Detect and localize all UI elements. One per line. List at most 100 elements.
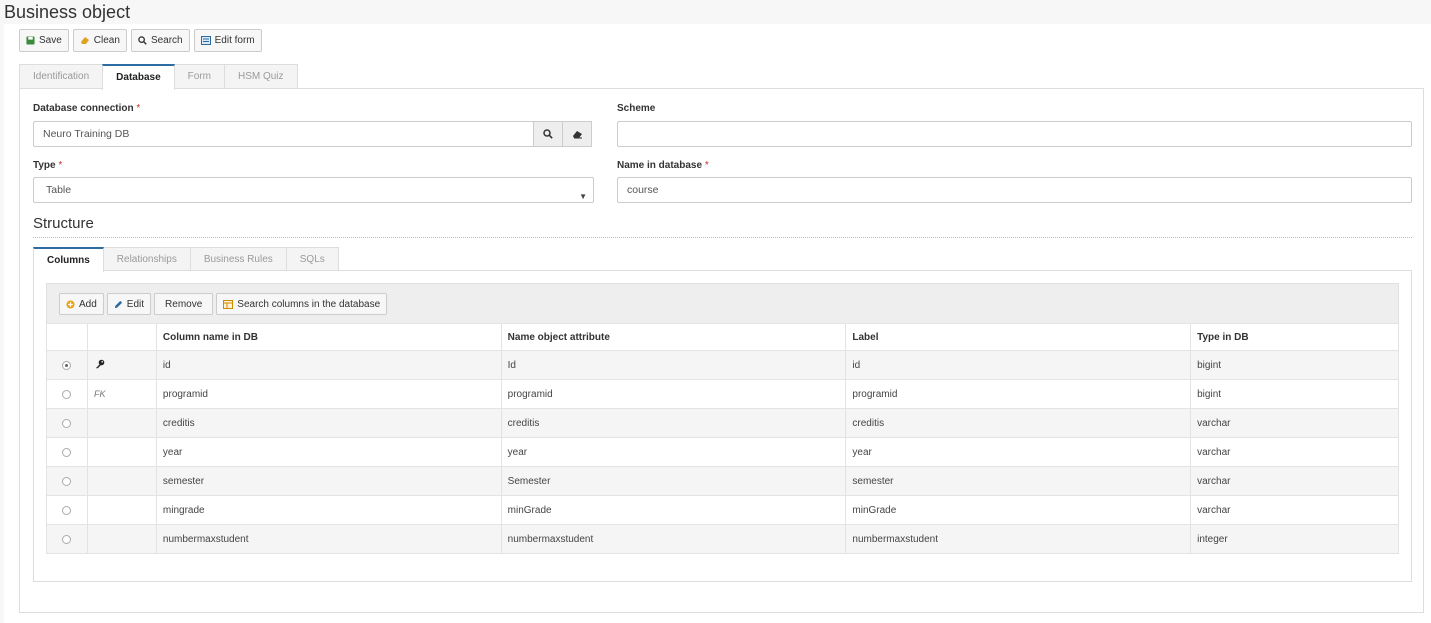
- attribute-cell: creditis: [500, 408, 847, 438]
- main-tabs: Identification Database Form HSM Quiz: [19, 64, 298, 90]
- type-label: Type *: [33, 160, 62, 171]
- row-select-cell[interactable]: [46, 466, 88, 496]
- row-radio[interactable]: [62, 389, 72, 399]
- search-columns-button[interactable]: Search columns in the database: [216, 293, 388, 315]
- column-name-cell: id: [155, 350, 502, 380]
- table-row[interactable]: semester Semester semester varchar: [46, 466, 1399, 496]
- structure-heading: Structure: [33, 215, 94, 232]
- clean-label: Clean: [93, 35, 120, 46]
- database-tab-content: Database connection * Neuro Training DB …: [19, 88, 1424, 613]
- column-name-cell: programid: [155, 379, 502, 409]
- row-radio[interactable]: [62, 505, 72, 515]
- row-radio[interactable]: [62, 360, 72, 370]
- key-cell: [86, 437, 157, 467]
- db-connection-clear-button[interactable]: [562, 121, 592, 147]
- tab-hsm-quiz[interactable]: HSM Quiz: [223, 64, 298, 89]
- name-in-db-label-text: Name in database: [617, 160, 703, 171]
- row-select-cell[interactable]: [46, 379, 88, 409]
- columns-toolbar: Add Edit Remove Search columns in the da…: [46, 283, 1399, 323]
- magnifier-icon: [543, 129, 553, 139]
- tab-sqls[interactable]: SQLs: [285, 247, 339, 271]
- row-select-cell[interactable]: [46, 408, 88, 438]
- search-columns-label: Search columns in the database: [237, 298, 381, 310]
- label-cell: creditis: [845, 408, 1192, 438]
- table-row[interactable]: FK programid programid programid bigint: [46, 379, 1399, 409]
- column-name-cell: numbermaxstudent: [155, 524, 502, 554]
- save-label: Save: [39, 35, 62, 46]
- table-row[interactable]: id Id id bigint: [46, 350, 1399, 380]
- type-cell: varchar: [1190, 437, 1399, 467]
- scheme-label: Scheme: [617, 103, 656, 114]
- pencil-icon: [114, 300, 122, 308]
- remove-column-button[interactable]: Remove: [154, 293, 214, 315]
- table-row[interactable]: mingrade minGrade minGrade varchar: [46, 495, 1399, 525]
- column-name-cell: mingrade: [155, 495, 502, 525]
- key-icon: [95, 359, 105, 368]
- row-select-cell[interactable]: [46, 495, 88, 525]
- name-in-db-field[interactable]: course: [617, 177, 1412, 203]
- row-radio[interactable]: [62, 476, 72, 486]
- eraser-icon: [80, 37, 89, 44]
- required-marker: *: [704, 160, 709, 171]
- save-button[interactable]: Save: [19, 29, 69, 52]
- search-button[interactable]: Search: [130, 29, 190, 52]
- attribute-cell: numbermaxstudent: [500, 524, 847, 554]
- column-header[interactable]: Label: [845, 323, 1192, 351]
- type-select[interactable]: Table ▼: [33, 177, 594, 203]
- table-row[interactable]: creditis creditis creditis varchar: [46, 408, 1399, 438]
- table-row[interactable]: numbermaxstudent numbermaxstudent number…: [46, 524, 1399, 554]
- tab-relationships[interactable]: Relationships: [102, 247, 191, 271]
- type-cell: varchar: [1190, 495, 1399, 525]
- edit-form-button[interactable]: Edit form: [193, 29, 262, 52]
- select-column-header: [46, 323, 88, 351]
- label-cell: year: [845, 437, 1192, 467]
- plus-circle-icon: [66, 299, 75, 309]
- row-radio[interactable]: [62, 447, 72, 457]
- key-cell: [86, 495, 157, 525]
- attribute-cell: year: [500, 437, 847, 467]
- eraser-icon: [572, 130, 582, 138]
- type-cell: bigint: [1190, 379, 1399, 409]
- db-connection-search-button[interactable]: [533, 121, 563, 147]
- column-name-cell: year: [155, 437, 502, 467]
- table-row[interactable]: year year year varchar: [46, 437, 1399, 467]
- columns-table: Column name in DB Name object attribute …: [46, 323, 1399, 554]
- type-label-text: Type: [33, 160, 56, 171]
- column-header[interactable]: Name object attribute: [500, 323, 847, 351]
- label-cell: numbermaxstudent: [845, 524, 1192, 554]
- label-cell: programid: [845, 379, 1192, 409]
- add-column-button[interactable]: Add: [59, 293, 104, 315]
- edit-column-button[interactable]: Edit: [106, 293, 152, 315]
- required-marker: *: [58, 160, 63, 171]
- db-connection-label-text: Database connection: [33, 103, 134, 114]
- tab-identification[interactable]: Identification: [19, 64, 104, 89]
- scheme-field[interactable]: [617, 121, 1412, 147]
- type-cell: integer: [1190, 524, 1399, 554]
- page-title: Business object: [4, 2, 131, 22]
- tab-columns[interactable]: Columns: [33, 247, 104, 272]
- column-header[interactable]: Column name in DB: [155, 323, 502, 351]
- row-select-cell[interactable]: [46, 437, 88, 467]
- table-icon: [223, 299, 234, 309]
- row-radio[interactable]: [62, 534, 72, 544]
- search-label: Search: [150, 35, 183, 46]
- tab-business-rules[interactable]: Business Rules: [189, 247, 287, 271]
- table-header-row: Column name in DB Name object attribute …: [46, 323, 1399, 351]
- column-header[interactable]: Type in DB: [1190, 323, 1399, 351]
- magnifier-icon: [138, 36, 147, 45]
- row-select-cell[interactable]: [46, 350, 88, 380]
- form-icon: [200, 36, 211, 45]
- fk-badge: FK: [93, 388, 106, 399]
- attribute-cell: minGrade: [500, 495, 847, 525]
- key-cell: [86, 524, 157, 554]
- label-cell: semester: [845, 466, 1192, 496]
- clean-button[interactable]: Clean: [72, 29, 127, 52]
- db-connection-field[interactable]: Neuro Training DB: [33, 121, 534, 147]
- edit-form-label: Edit form: [214, 35, 255, 46]
- tab-database[interactable]: Database: [102, 64, 175, 90]
- tab-form[interactable]: Form: [173, 64, 225, 89]
- main-toolbar: Save Clean Search Edit form: [19, 29, 262, 52]
- row-radio[interactable]: [62, 418, 72, 428]
- type-cell: varchar: [1190, 466, 1399, 496]
- row-select-cell[interactable]: [46, 524, 88, 554]
